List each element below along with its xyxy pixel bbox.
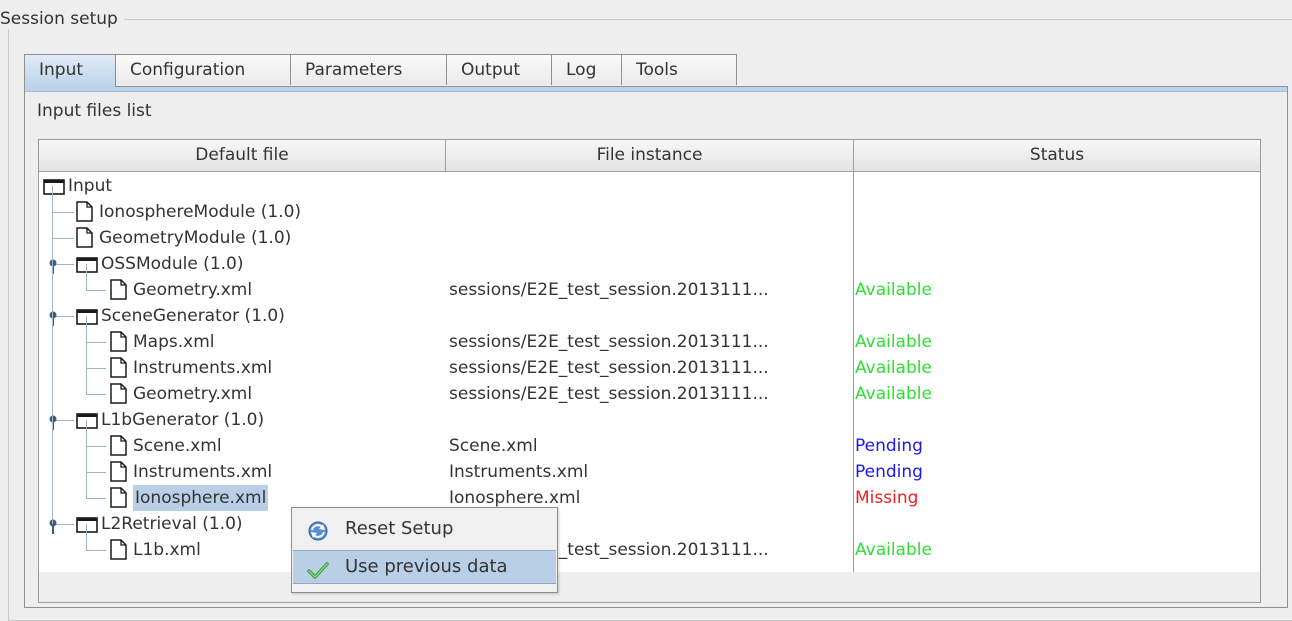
table-row[interactable]: Instruments.xml sessions/E2E_test_session…	[39, 355, 1260, 381]
menu-item-label: Reset Setup	[345, 518, 454, 539]
table-empty-area	[39, 572, 1260, 602]
tree-connector	[52, 186, 53, 524]
default-file-name: L1b.xml	[133, 540, 201, 560]
table-row[interactable]: Maps.xml sessions/E2E_test_session.201311…	[39, 329, 1260, 355]
checkmark-icon	[307, 558, 329, 590]
default-file-name: Instruments.xml	[133, 358, 273, 378]
table-row[interactable]: GeometryModule (1.0)	[39, 225, 1260, 251]
refresh-icon	[307, 520, 329, 552]
tab-label: Parameters	[305, 60, 403, 80]
status-cell: Available	[855, 384, 932, 404]
default-file-name: L2Retrieval (1.0)	[101, 514, 243, 534]
default-file-name: Geometry.xml	[133, 384, 253, 404]
tab-tools[interactable]: Tools	[621, 54, 737, 85]
tab-log[interactable]: Log	[551, 54, 631, 85]
table-row[interactable]: L2Retrieval (1.0)	[39, 511, 1260, 537]
file-instance-cell: sessions/E2E_test_session.2013111...	[449, 332, 769, 352]
tab-configuration[interactable]: Configuration	[115, 54, 313, 85]
default-file-name: Instruments.xml	[133, 462, 273, 482]
default-file-name: SceneGenerator (1.0)	[101, 306, 285, 326]
default-file-name: Geometry.xml	[133, 280, 253, 300]
tab-parameters[interactable]: Parameters	[290, 54, 461, 85]
table-row[interactable]: L1b.xml sessions/E2E_test_session.2013111…	[39, 537, 1260, 563]
tab-label: Log	[566, 60, 597, 80]
file-instance-cell: sessions/E2E_test_session.2013111...	[449, 384, 769, 404]
file-instance-cell: Scene.xml	[449, 436, 538, 456]
tree-connector	[52, 238, 74, 239]
tree-connector	[86, 316, 87, 394]
default-file-name: Input	[68, 176, 113, 196]
status-cell: Pending	[855, 462, 923, 482]
status-cell: Available	[855, 358, 932, 378]
status-cell: Available	[855, 540, 932, 560]
session-setup-legend: Session setup	[0, 9, 124, 29]
tab-output[interactable]: Output	[446, 54, 564, 85]
table-row[interactable]: Input	[39, 173, 1260, 199]
tree-connector	[86, 342, 106, 343]
tree-connector	[86, 394, 106, 395]
table-row[interactable]: Instruments.xml Instruments.xml Pending	[39, 459, 1260, 485]
default-file-name: Ionosphere.xml	[133, 485, 269, 511]
default-file-name: GeometryModule (1.0)	[99, 228, 292, 248]
tree-connector	[86, 498, 106, 499]
tree-connector	[86, 368, 106, 369]
default-file-name: Scene.xml	[133, 436, 222, 456]
tree-connector	[86, 290, 106, 291]
status-cell: Available	[855, 280, 932, 300]
status-cell: Missing	[855, 488, 919, 508]
status-cell: Pending	[855, 436, 923, 456]
menu-item-reset-setup[interactable]: Reset Setup	[293, 513, 556, 545]
column-header-file-instance[interactable]: File instance	[446, 140, 854, 171]
file-instance-cell: sessions/E2E_test_session.2013111...	[449, 280, 769, 300]
menu-item-use-previous-data[interactable]: Use previous data	[293, 550, 556, 584]
table-header: Default file File instance Status	[39, 140, 1260, 172]
tab-label: Tools	[636, 60, 678, 80]
tab-label: Output	[461, 60, 521, 80]
column-header-default-file[interactable]: Default file	[39, 140, 446, 171]
tree-connector	[86, 472, 106, 473]
input-files-title: Input files list	[37, 101, 152, 121]
status-cell: Available	[855, 332, 932, 352]
table-row[interactable]: Geometry.xml sessions/E2E_test_session.20…	[39, 277, 1260, 303]
tree-connector	[86, 524, 87, 550]
context-menu: Reset Setup Use previous data	[291, 507, 558, 593]
default-file-name: L1bGenerator (1.0)	[101, 410, 265, 430]
default-file-name: OSSModule (1.0)	[101, 254, 244, 274]
tab-label: Configuration	[130, 60, 246, 80]
tree-connector	[52, 212, 74, 213]
table-row[interactable]: Ionosphere.xml Ionosphere.xml Missing	[39, 485, 1260, 511]
input-files-table: Default file File instance Status Input I…	[38, 139, 1261, 603]
tree-connector	[86, 264, 87, 290]
file-instance-cell: Instruments.xml	[449, 462, 589, 482]
tree-connector	[86, 550, 106, 551]
table-row[interactable]: Scene.xml Scene.xml Pending	[39, 433, 1260, 459]
file-instance-cell: sessions/E2E_test_session.2013111...	[449, 358, 769, 378]
tab-input[interactable]: Input	[24, 54, 116, 87]
table-row[interactable]: SceneGenerator (1.0)	[39, 303, 1260, 329]
menu-item-label: Use previous data	[345, 556, 508, 577]
default-file-name: Maps.xml	[133, 332, 215, 352]
tab-label: Input	[39, 60, 84, 80]
table-row[interactable]: IonosphereModule (1.0)	[39, 199, 1260, 225]
table-row[interactable]: L1bGenerator (1.0)	[39, 407, 1260, 433]
table-row[interactable]: OSSModule (1.0)	[39, 251, 1260, 277]
table-row[interactable]: Geometry.xml sessions/E2E_test_session.20…	[39, 381, 1260, 407]
tree-connector	[86, 420, 87, 498]
tree-connector	[86, 446, 106, 447]
file-icon	[110, 539, 127, 568]
default-file-name: IonosphereModule (1.0)	[99, 202, 302, 222]
column-header-status[interactable]: Status	[854, 140, 1260, 171]
